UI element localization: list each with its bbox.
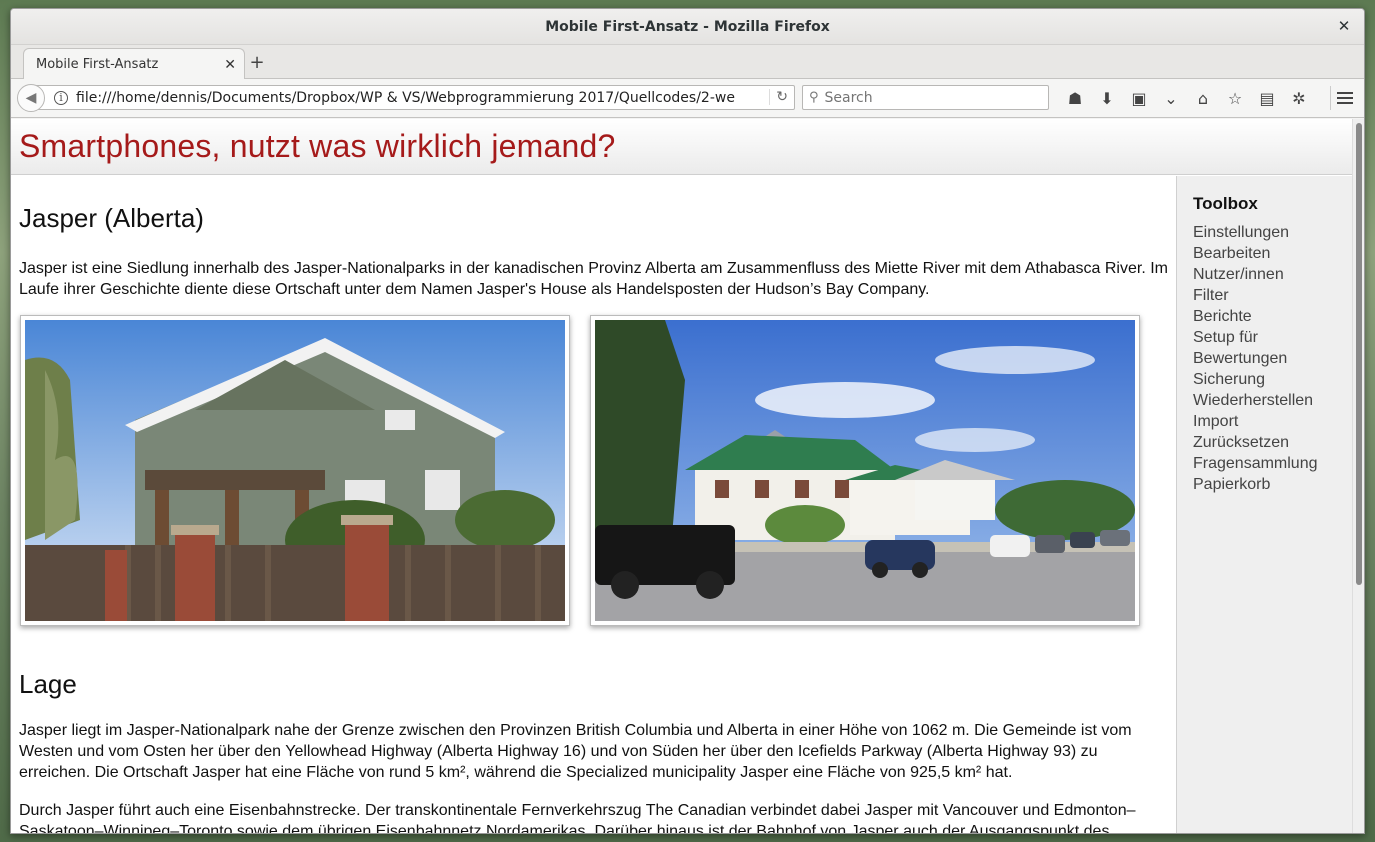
search-icon: ⚲ — [809, 90, 819, 105]
info-icon[interactable]: i — [54, 90, 68, 105]
new-tab-icon[interactable]: + — [247, 52, 267, 73]
hamburger-menu-icon[interactable] — [1330, 86, 1358, 110]
section-heading-lage: Lage — [19, 669, 77, 699]
url-bar[interactable]: i file:///home/dennis/Documents/Dropbox/… — [33, 85, 795, 110]
sidebar-item-nutzer[interactable]: Nutzer/innen — [1193, 264, 1354, 285]
close-window-icon[interactable]: ✕ — [1334, 17, 1354, 35]
page-scrollbar[interactable] — [1352, 119, 1364, 833]
site-header: Smartphones, nutzt was wirklich jemand? — [11, 119, 1354, 175]
street-photo — [590, 315, 1140, 626]
download-icon[interactable]: ⬇ — [1091, 86, 1123, 110]
tab-close-icon[interactable]: ✕ — [224, 57, 236, 73]
title-bar: Mobile First-Ansatz - Mozilla Firefox ✕ — [11, 9, 1364, 45]
search-input[interactable] — [824, 89, 1025, 106]
pocket-icon[interactable]: ⌄ — [1155, 86, 1187, 110]
sidebar-item-import[interactable]: Import — [1193, 411, 1354, 432]
tab-title: Mobile First-Ansatz — [36, 57, 159, 72]
scrollbar-thumb[interactable] — [1356, 123, 1362, 585]
tab-strip: Mobile First-Ansatz ✕ + — [11, 45, 1364, 80]
sidebar-title: Toolbox — [1193, 194, 1258, 213]
extension-icon[interactable]: ✲ — [1283, 86, 1315, 110]
sidebar-list: Einstellungen Bearbeiten Nutzer/innen Fi… — [1193, 222, 1354, 495]
reload-icon[interactable]: ↻ — [769, 89, 788, 105]
sidebar-item-wiederherstellen[interactable]: Wiederherstellen — [1193, 390, 1354, 411]
sidebar-item-bearbeiten[interactable]: Bearbeiten — [1193, 243, 1354, 264]
sidebar-item-fragensammlung[interactable]: Fragensammlung — [1193, 453, 1354, 474]
house-photo — [20, 315, 570, 626]
lage-paragraph-2: Durch Jasper führt auch eine Eisenbahnst… — [19, 802, 1136, 834]
sidebar-item-papierkorb[interactable]: Papierkorb — [1193, 474, 1354, 495]
toolbox-sidebar: Toolbox Einstellungen Bearbeiten Nutzer/… — [1176, 176, 1354, 833]
bookmark-star-icon[interactable]: ☆ — [1219, 86, 1251, 110]
site-title: Smartphones, nutzt was wirklich jemand? — [19, 128, 616, 164]
search-bar[interactable]: ⚲ — [802, 85, 1049, 110]
reader-list-icon[interactable]: ▤ — [1251, 86, 1283, 110]
back-arrow-icon: ◀ — [25, 90, 37, 106]
window-title: Mobile First-Ansatz - Mozilla Firefox — [545, 18, 830, 35]
screenshot-icon[interactable]: ▣ — [1123, 86, 1155, 110]
identity-icon[interactable]: ☗ — [1059, 86, 1091, 110]
sidebar-item-bewertungen[interactable]: Bewertungen — [1193, 348, 1354, 369]
main-content: Jasper (Alberta) Jasper ist eine Siedlun… — [11, 176, 1176, 834]
sidebar-item-berichte[interactable]: Berichte — [1193, 306, 1354, 327]
sidebar-item-sicherung[interactable]: Sicherung — [1193, 369, 1354, 390]
home-icon[interactable]: ⌂ — [1187, 86, 1219, 110]
tab-active[interactable]: Mobile First-Ansatz ✕ — [23, 48, 245, 80]
lage-paragraph-1: Jasper liegt im Jasper-Nationalpark nahe… — [19, 722, 1132, 781]
sidebar-item-setup[interactable]: Setup für — [1193, 327, 1354, 348]
navigation-toolbar: i file:///home/dennis/Documents/Dropbox/… — [11, 79, 1364, 118]
sidebar-item-filter[interactable]: Filter — [1193, 285, 1354, 306]
back-button[interactable]: ◀ — [17, 84, 45, 112]
page-heading: Jasper (Alberta) — [19, 203, 204, 233]
toolbar-icons: ☗ ⬇ ▣ ⌄ ⌂ ☆ ▤ ✲ — [1059, 86, 1315, 110]
sidebar-item-zuruecksetzen[interactable]: Zurücksetzen — [1193, 432, 1354, 453]
browser-window: Mobile First-Ansatz - Mozilla Firefox ✕ … — [10, 8, 1365, 834]
sidebar-item-einstellungen[interactable]: Einstellungen — [1193, 222, 1354, 243]
intro-paragraph: Jasper ist eine Siedlung innerhalb des J… — [19, 260, 1168, 298]
url-text[interactable]: file:///home/dennis/Documents/Dropbox/WP… — [76, 90, 736, 106]
page-viewport: Smartphones, nutzt was wirklich jemand? … — [11, 119, 1354, 834]
